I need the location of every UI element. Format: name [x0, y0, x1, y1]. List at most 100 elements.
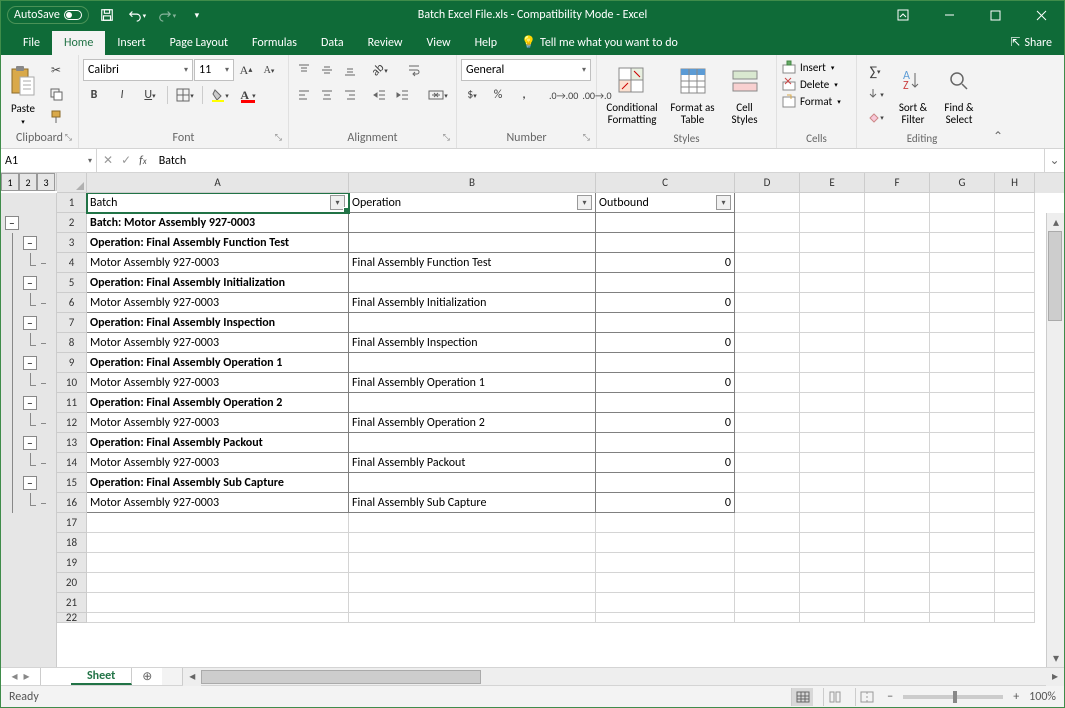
borders-button[interactable]: ▾ — [174, 84, 196, 106]
cell-G22[interactable] — [930, 613, 995, 623]
cell-F6[interactable] — [865, 293, 930, 313]
number-format-combo[interactable]: General▾ — [461, 59, 591, 81]
cell-G8[interactable] — [930, 333, 995, 353]
column-header-C[interactable]: C — [596, 173, 735, 193]
align-top-icon[interactable] — [293, 59, 315, 81]
cell-D5[interactable] — [735, 273, 800, 293]
fx-icon[interactable]: fx — [139, 154, 147, 168]
row-header[interactable]: 14 — [57, 453, 87, 473]
row-header[interactable]: 19 — [57, 553, 87, 573]
cell-B5[interactable] — [349, 273, 596, 293]
enter-icon[interactable]: ✓ — [121, 153, 131, 168]
cell-styles-button[interactable]: Cell Styles — [722, 60, 767, 128]
cell-A16[interactable]: Motor Assembly 927-0003 — [87, 493, 349, 513]
cell-H14[interactable] — [995, 453, 1035, 473]
row-header[interactable]: 20 — [57, 573, 87, 593]
cell-E2[interactable] — [800, 213, 865, 233]
accounting-format-icon[interactable]: $ ▾ — [461, 84, 483, 106]
cell-B2[interactable] — [349, 213, 596, 233]
filter-arrow-icon[interactable]: ▾ — [716, 195, 731, 210]
cell-B10[interactable]: Final Assembly Operation 1 — [349, 373, 596, 393]
cell-F8[interactable] — [865, 333, 930, 353]
cell-D9[interactable] — [735, 353, 800, 373]
sort-filter-button[interactable]: AZ Sort & Filter — [891, 60, 935, 128]
cell-C18[interactable] — [596, 533, 735, 553]
tab-review[interactable]: Review — [356, 31, 415, 55]
cell-G13[interactable] — [930, 433, 995, 453]
tab-data[interactable]: Data — [309, 31, 356, 55]
cell-E1[interactable] — [800, 193, 865, 213]
sheet-nav[interactable]: ◂▸ — [1, 668, 41, 685]
cell-B1[interactable]: Operation▾ — [349, 193, 596, 213]
cell-F17[interactable] — [865, 513, 930, 533]
scroll-left-icon[interactable]: ◂ — [183, 668, 201, 686]
cell-A9[interactable]: Operation: Final Assembly Operation 1 — [87, 353, 349, 373]
row-header[interactable]: 15 — [57, 473, 87, 493]
cell-D7[interactable] — [735, 313, 800, 333]
vertical-scrollbar[interactable]: ▴ ▾ — [1046, 213, 1064, 667]
cell-H17[interactable] — [995, 513, 1035, 533]
row-header[interactable]: 7 — [57, 313, 87, 333]
italic-button[interactable]: I — [111, 84, 133, 106]
cell-C22[interactable] — [596, 613, 735, 623]
cell-H21[interactable] — [995, 593, 1035, 613]
cell-G7[interactable] — [930, 313, 995, 333]
cell-E20[interactable] — [800, 573, 865, 593]
cell-D1[interactable] — [735, 193, 800, 213]
cell-E14[interactable] — [800, 453, 865, 473]
font-color-button[interactable]: A▾ — [237, 84, 259, 106]
qat-customize-icon[interactable]: ▾ — [185, 3, 209, 27]
cell-G5[interactable] — [930, 273, 995, 293]
cancel-icon[interactable]: ✕ — [103, 153, 113, 168]
cell-F2[interactable] — [865, 213, 930, 233]
cell-A4[interactable]: Motor Assembly 927-0003 — [87, 253, 349, 273]
cell-H20[interactable] — [995, 573, 1035, 593]
align-left-icon[interactable] — [293, 84, 315, 106]
row-header[interactable]: 5 — [57, 273, 87, 293]
cell-D10[interactable] — [735, 373, 800, 393]
cell-F13[interactable] — [865, 433, 930, 453]
format-as-table-button[interactable]: Format as Table — [665, 60, 720, 128]
cell-B15[interactable] — [349, 473, 596, 493]
cell-D22[interactable] — [735, 613, 800, 623]
row-header[interactable]: 17 — [57, 513, 87, 533]
cell-H1[interactable] — [995, 193, 1035, 213]
maximize-button[interactable] — [972, 1, 1018, 29]
outline-collapse-icon[interactable]: − — [23, 316, 37, 330]
cell-D4[interactable] — [735, 253, 800, 273]
font-name-combo[interactable]: Calibri▾ — [83, 59, 193, 81]
name-box[interactable]: A1▾ — [1, 149, 97, 172]
cell-H6[interactable] — [995, 293, 1035, 313]
row-header[interactable]: 4 — [57, 253, 87, 273]
dialog-launcher-icon[interactable]: ⤡ — [65, 132, 72, 143]
filter-arrow-icon[interactable]: ▾ — [330, 195, 345, 210]
cell-C21[interactable] — [596, 593, 735, 613]
column-header-A[interactable]: A — [87, 173, 349, 193]
column-header-F[interactable]: F — [865, 173, 930, 193]
cell-G16[interactable] — [930, 493, 995, 513]
merge-center-icon[interactable]: ▾ — [422, 84, 454, 106]
cell-E16[interactable] — [800, 493, 865, 513]
cell-A8[interactable]: Motor Assembly 927-0003 — [87, 333, 349, 353]
outline-level-2[interactable]: 2 — [19, 173, 37, 191]
cell-A19[interactable] — [87, 553, 349, 573]
cell-D8[interactable] — [735, 333, 800, 353]
zoom-out-icon[interactable]: − — [887, 690, 893, 704]
add-sheet-icon[interactable]: ⊕ — [132, 669, 162, 684]
cell-D11[interactable] — [735, 393, 800, 413]
cell-E12[interactable] — [800, 413, 865, 433]
cell-F20[interactable] — [865, 573, 930, 593]
outline-collapse-icon[interactable]: − — [23, 396, 37, 410]
cell-D2[interactable] — [735, 213, 800, 233]
cell-H8[interactable] — [995, 333, 1035, 353]
cell-F14[interactable] — [865, 453, 930, 473]
cell-F16[interactable] — [865, 493, 930, 513]
cell-D16[interactable] — [735, 493, 800, 513]
cell-E15[interactable] — [800, 473, 865, 493]
cell-B19[interactable] — [349, 553, 596, 573]
cell-B7[interactable] — [349, 313, 596, 333]
outline-collapse-icon[interactable]: − — [23, 436, 37, 450]
outline-collapse-icon[interactable]: − — [5, 216, 19, 230]
ribbon-options-icon[interactable] — [880, 1, 926, 29]
cell-A18[interactable] — [87, 533, 349, 553]
